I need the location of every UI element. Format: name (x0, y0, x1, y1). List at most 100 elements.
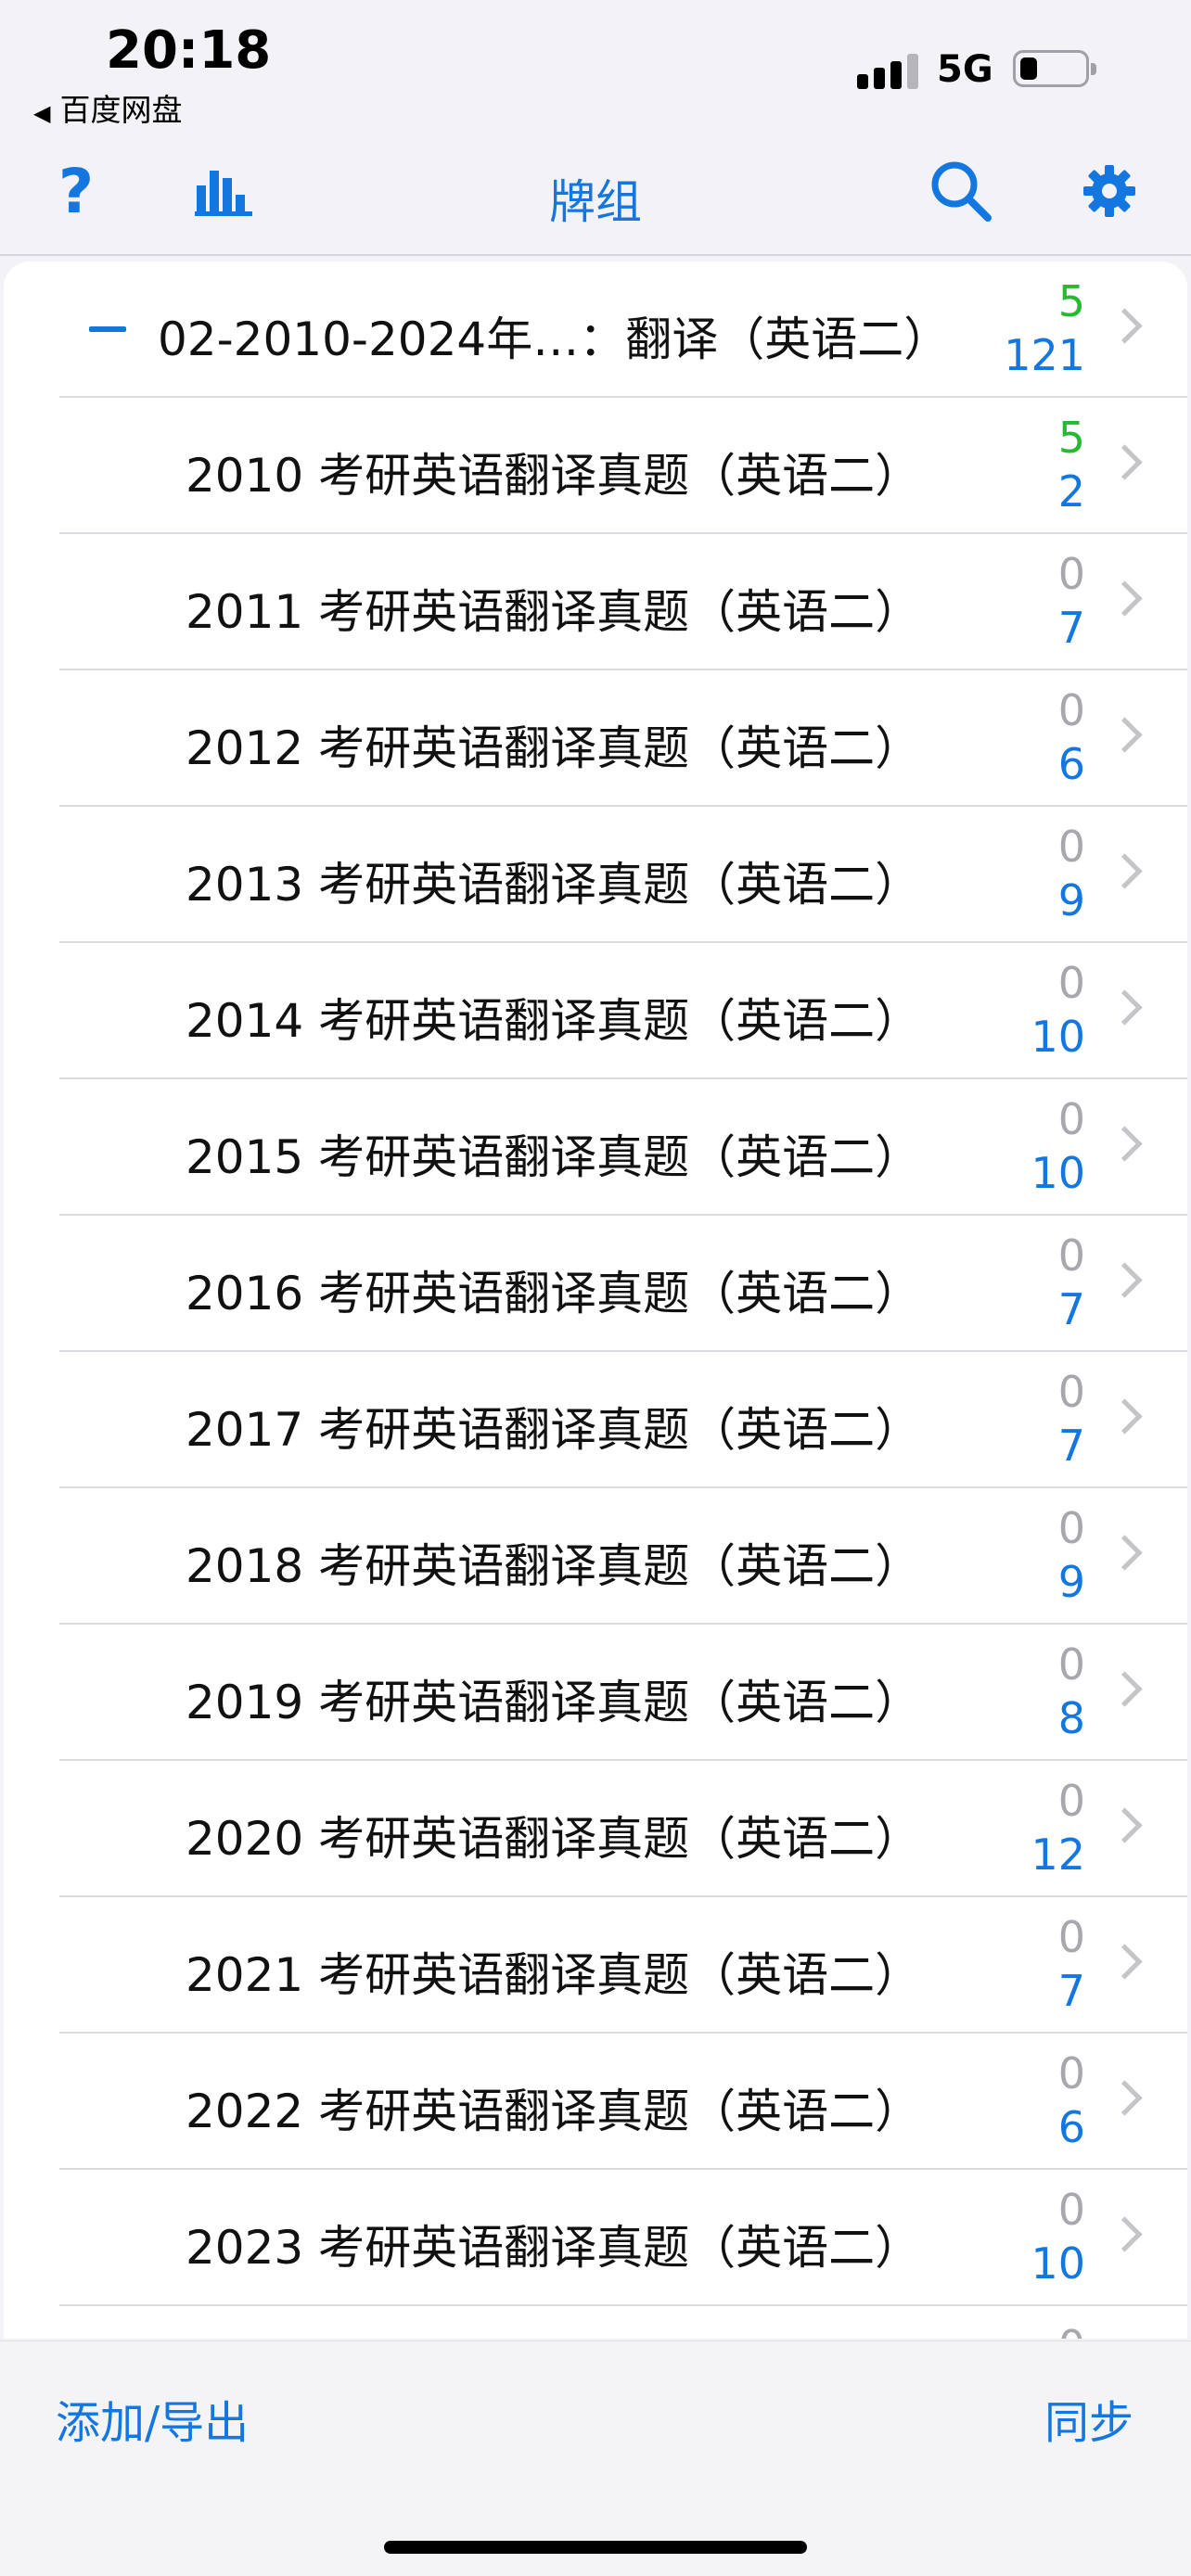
search-button[interactable] (924, 154, 998, 228)
new-count: 0 (955, 2319, 1085, 2339)
due-count: 10 (1031, 1148, 1085, 1198)
new-count: 5 (1057, 276, 1085, 326)
deck-row[interactable]: 2023 考研英语翻译真题（英语二） 0 10 (4, 2170, 1187, 2306)
battery-fill (1020, 57, 1037, 80)
home-indicator (384, 2541, 807, 2554)
deck-counts: 0 9 (955, 820, 1085, 927)
deck-title: 2013 考研英语翻译真题（英语二） (186, 858, 922, 912)
deck-counts: 0 6 (955, 683, 1085, 791)
deck-title: 2020 考研英语翻译真题（英语二） (186, 1812, 922, 1866)
back-to-app-link[interactable]: ◀ 百度网盘 (33, 85, 182, 130)
new-count: 0 (1057, 822, 1085, 872)
chevron-right-icon (1107, 308, 1143, 344)
due-count: 12 (1031, 1830, 1085, 1880)
signal-bar (874, 68, 885, 89)
deck-row[interactable]: 2019 考研英语翻译真题（英语二） 0 8 (4, 1625, 1187, 1761)
screen: 20:18 ◀ 百度网盘 5G ? 牌组 02-2010-2024年…：翻译（英… (0, 0, 1191, 2576)
deck-counts: 0 8 (955, 1638, 1085, 1745)
deck-row[interactable]: 2014 考研英语翻译真题（英语二） 0 10 (4, 943, 1187, 1079)
deck-title: 2016 考研英语翻译真题（英语二） (186, 1267, 922, 1320)
deck-row[interactable]: 2015 考研英语翻译真题（英语二） 0 10 (4, 1079, 1187, 1216)
chevron-right-icon (1107, 444, 1143, 480)
deck-row[interactable]: 2012 考研英语翻译真题（英语二） 0 6 (4, 670, 1187, 807)
new-count: 0 (1057, 1639, 1085, 1690)
chevron-right-icon (1107, 580, 1143, 617)
due-count: 2 (1057, 466, 1085, 516)
due-count: 6 (1057, 2102, 1085, 2152)
signal-bar (890, 61, 902, 89)
due-count: 8 (1057, 1693, 1085, 1743)
chevron-right-icon (1107, 1807, 1143, 1843)
deck-list: 02-2010-2024年…：翻译（英语二） 5 121 2010 考研英语翻译… (4, 261, 1187, 2339)
deck-row[interactable]: 2017 考研英语翻译真题（英语二） 0 7 (4, 1352, 1187, 1488)
chevron-right-icon (1107, 2080, 1143, 2116)
deck-counts: 0 12 (955, 1774, 1085, 1881)
due-count: 9 (1057, 875, 1085, 925)
chevron-right-icon (1107, 717, 1143, 753)
parent-deck-row[interactable]: 02-2010-2024年…：翻译（英语二） 5 121 (4, 261, 1187, 398)
due-count: 7 (1057, 603, 1085, 653)
deck-row[interactable]: 2010 考研英语翻译真题（英语二） 5 2 (4, 398, 1187, 534)
deck-counts: 0 7 (955, 1229, 1085, 1336)
deck-counts: 0 7 (955, 1365, 1085, 1473)
due-count: 10 (1031, 1012, 1085, 1062)
status-time: 20:18 (106, 20, 272, 81)
back-app-label: 百度网盘 (59, 92, 183, 128)
due-count: 6 (1057, 739, 1085, 789)
due-count: 7 (1057, 1421, 1085, 1471)
chevron-right-icon (1107, 1126, 1143, 1162)
new-count: 0 (1057, 1367, 1085, 1417)
signal-bar (907, 54, 918, 89)
settings-button[interactable] (1076, 154, 1143, 228)
chevron-right-icon (1107, 1944, 1143, 1980)
deck-title: 2017 考研英语翻译真题（英语二） (186, 1403, 922, 1457)
back-arrow-icon: ◀ (33, 100, 51, 126)
deck-row[interactable]: 2020 考研英语翻译真题（英语二） 0 12 (4, 1761, 1187, 1897)
new-count: 0 (1057, 958, 1085, 1008)
deck-counts: 5 2 (955, 411, 1085, 518)
battery-nub (1091, 63, 1096, 75)
search-icon (931, 161, 992, 222)
deck-title: 2015 考研英语翻译真题（英语二） (186, 1130, 922, 1184)
gear-icon (1083, 165, 1135, 217)
signal-icon (857, 52, 922, 89)
collapse-icon[interactable] (89, 326, 126, 332)
deck-row[interactable]: 2021 考研英语翻译真题（英语二） 0 7 (4, 1897, 1187, 2034)
deck-counts: 0 9 (955, 1501, 1085, 1609)
battery-icon (1013, 50, 1096, 87)
deck-counts: 0 10 (955, 1092, 1085, 1200)
due-count: 121 (1004, 330, 1085, 380)
deck-row[interactable]: 2022 考研英语翻译真题（英语二） 0 6 (4, 2034, 1187, 2170)
deck-row[interactable]: 2011 考研英语翻译真题（英语二） 0 7 (4, 534, 1187, 670)
page-title: 牌组 (549, 175, 642, 229)
deck-row[interactable]: 2018 考研英语翻译真题（英语二） 0 9 (4, 1488, 1187, 1625)
chevron-right-icon (1107, 1398, 1143, 1435)
due-count: 7 (1057, 1966, 1085, 2016)
add-export-button[interactable]: 添加/导出 (56, 2386, 249, 2451)
deck-row-partial[interactable]: 0 (4, 2306, 1187, 2339)
deck-title: 02-2010-2024年…：翻译（英语二） (158, 312, 951, 366)
deck-title: 2021 考研英语翻译真题（英语二） (186, 1948, 922, 2002)
deck-counts: 0 6 (955, 2047, 1085, 2154)
deck-title: 2018 考研英语翻译真题（英语二） (186, 1539, 922, 1593)
deck-title: 2014 考研英语翻译真题（英语二） (186, 994, 922, 1048)
deck-row[interactable]: 2013 考研英语翻译真题（英语二） 0 9 (4, 807, 1187, 943)
deck-row[interactable]: 2016 考研英语翻译真题（英语二） 0 7 (4, 1216, 1187, 1352)
new-count: 0 (1057, 2185, 1085, 2235)
deck-title: 2022 考研英语翻译真题（英语二） (186, 2085, 922, 2138)
new-count: 0 (1057, 1231, 1085, 1281)
due-count: 7 (1057, 1284, 1085, 1334)
chevron-right-icon (1107, 989, 1143, 1026)
new-count: 0 (1057, 2048, 1085, 2098)
nav-bar: ? 牌组 (0, 130, 1191, 256)
sync-button[interactable]: 同步 (1044, 2386, 1133, 2451)
deck-title: 2023 考研英语翻译真题（英语二） (186, 2221, 922, 2275)
deck-title: 2010 考研英语翻译真题（英语二） (186, 449, 922, 503)
deck-counts: 0 7 (955, 547, 1085, 655)
deck-counts: 0 (955, 2319, 1085, 2339)
new-count: 5 (1057, 413, 1085, 463)
deck-title: 2012 考研英语翻译真题（英语二） (186, 721, 922, 775)
deck-counts: 0 10 (955, 956, 1085, 1064)
deck-counts: 0 10 (955, 2183, 1085, 2290)
new-count: 0 (1057, 549, 1085, 599)
